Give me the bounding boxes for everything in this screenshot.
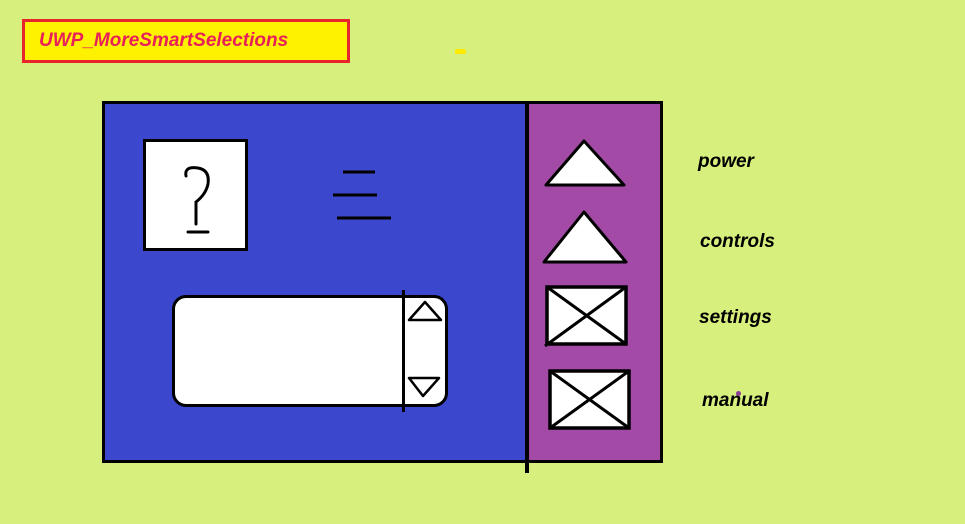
- manual-button[interactable]: [545, 368, 633, 432]
- panel-divider: [525, 101, 529, 473]
- power-label: power: [698, 151, 754, 172]
- question-mark-icon: [184, 166, 210, 234]
- decorative-dot-small: [736, 391, 741, 396]
- settings-label: settings: [699, 307, 772, 328]
- controls-button[interactable]: [540, 208, 630, 266]
- menu-icon[interactable]: [331, 168, 393, 222]
- spinner-down-arrow-icon[interactable]: [405, 374, 445, 400]
- power-button[interactable]: [542, 137, 630, 189]
- spinner-up-arrow-icon[interactable]: [405, 298, 445, 324]
- decorative-dot: [455, 49, 466, 54]
- main-panel: [102, 101, 663, 473]
- settings-button[interactable]: [541, 284, 629, 348]
- controls-label: controls: [700, 231, 775, 252]
- app-title-box: UWP_MoreSmartSelections: [22, 19, 350, 63]
- app-title: UWP_MoreSmartSelections: [39, 30, 289, 51]
- help-button[interactable]: [143, 139, 248, 251]
